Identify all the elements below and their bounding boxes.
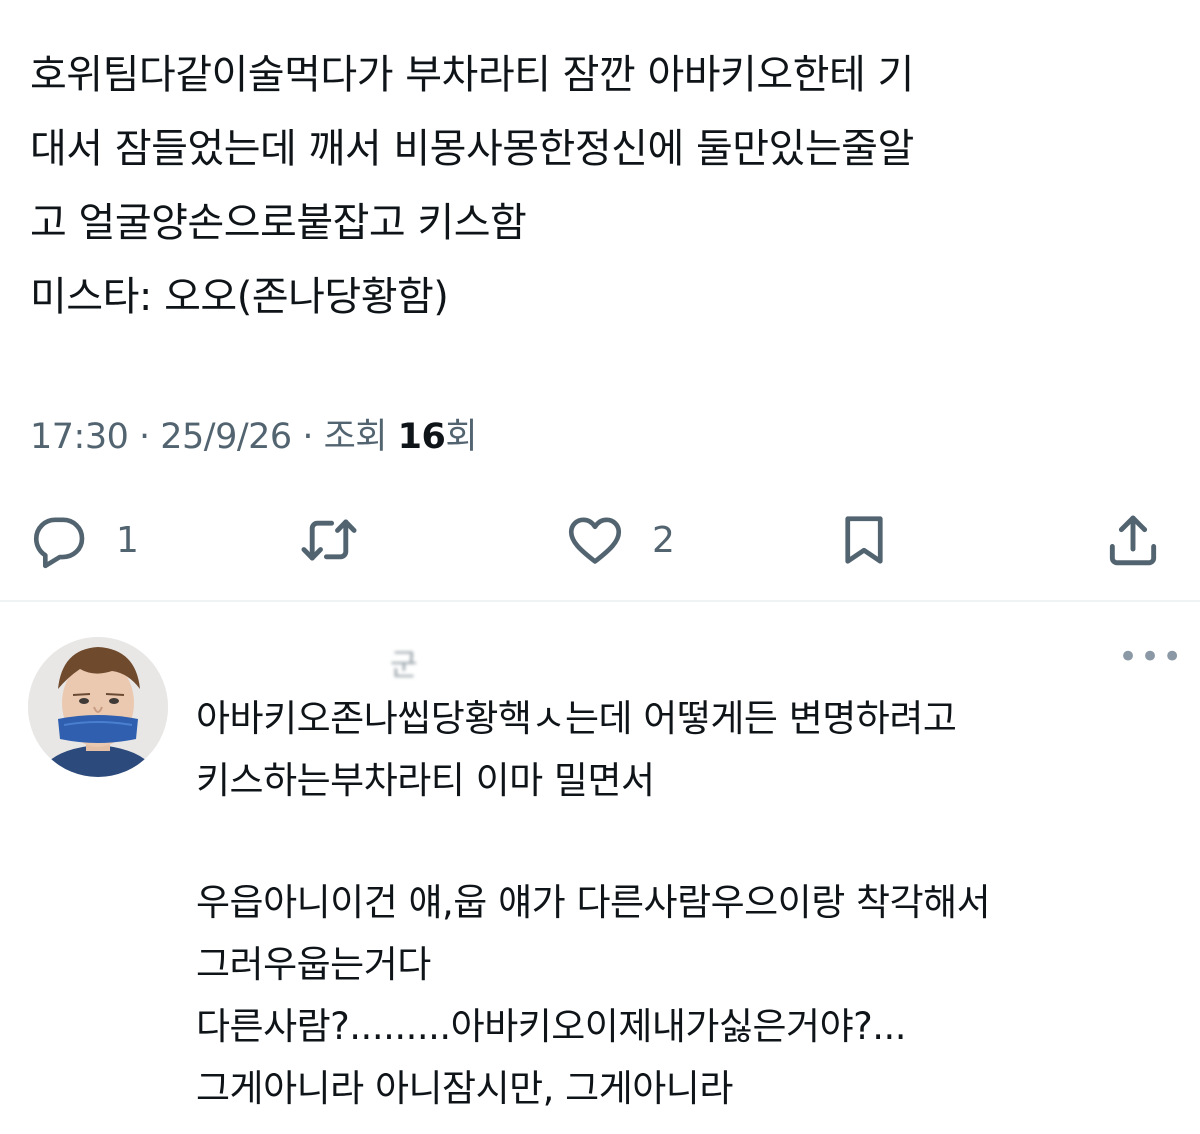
avatar[interactable] [28,637,168,777]
tweet-text-line: 미스타: 오오(존나당황함) [30,274,449,320]
bookmark-icon [834,509,894,571]
reply-text-line [196,812,1186,872]
tweet-actions: 1 2 [0,505,1200,575]
views-count: 16 [397,417,446,457]
reply-button[interactable]: 1 [28,505,139,575]
reply-text: 아바키오존나씹당황핵ㅅ는데 어떻게든 변명하려고 키스하는부차라티 이마 밀면서… [196,688,1186,1120]
tweet-date[interactable]: 25/9/26 [160,417,292,457]
like-count: 2 [652,519,675,561]
tweet-text: 호위팀다같이술먹다가 부차라티 잠깐 아바키오한테 기 대서 잠들었는데 깨서 … [30,38,1170,334]
bookmark-button[interactable] [834,505,894,575]
reply-text-line: 키스하는부차라티 이마 밀면서 [196,759,655,802]
tweet-text-line: 호위팀다같이술먹다가 부차라티 잠깐 아바키오한테 기 [30,52,914,98]
tweet-time[interactable]: 17:30 [30,417,129,457]
reply-text-line: 우읍아니이건 얘,웁 얘가 다른사람우으이랑 착각해서 [196,881,991,924]
tweet-text-line: 대서 잠들었는데 깨서 비몽사몽한정신에 둘만있는줄알 [30,126,914,172]
retweet-button[interactable] [296,505,362,575]
reply-icon [28,509,90,571]
views-label: 조회 [323,417,388,457]
more-options-icon[interactable]: ••• [1118,640,1184,674]
retweet-icon [296,509,362,571]
reply-text-line: 다른사람?.........아바키오이제내가싫은거야?... [196,1005,907,1048]
reply-count: 1 [116,519,139,561]
heart-icon [564,509,626,571]
reply-text-line: 그게아니라 아니잠시만, 그게아니라 [196,1067,733,1110]
tweet-meta: 17:30 · 25/9/26 · 조회 16회 [30,417,478,457]
reply-text-line: 아바키오존나씹당황핵ㅅ는데 어떻게든 변명하려고 [196,697,957,740]
share-button[interactable] [1102,505,1164,575]
tweet-text-line: 고 얼굴양손으로붙잡고 키스함 [30,200,527,246]
tweet-divider [0,600,1200,602]
reply-text-line: 그러우웁는거다 [196,943,431,986]
share-icon [1102,509,1164,571]
reply-author-name[interactable]: 군 [390,640,418,684]
like-button[interactable]: 2 [564,505,675,575]
views-suffix: 회 [445,417,478,457]
